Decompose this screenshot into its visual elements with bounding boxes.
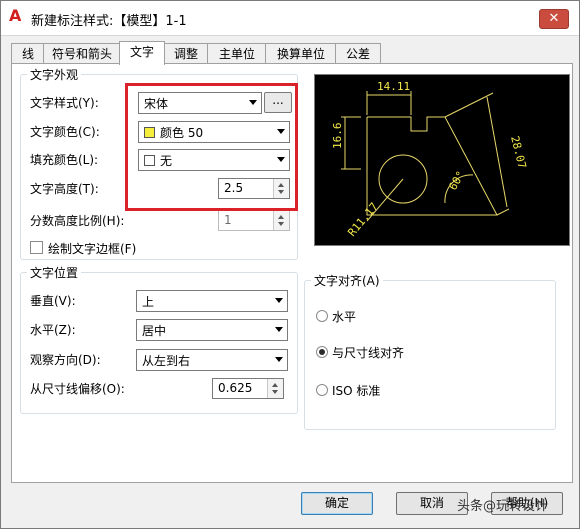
draw-frame-label: 绘制文字边框(F) (48, 242, 137, 256)
tab-lines[interactable]: 线 (11, 43, 45, 64)
dim-text-top: 14.11 (377, 80, 410, 93)
offset-label: 从尺寸线偏移(O): (30, 382, 125, 396)
text-height-label: 文字高度(T): (30, 182, 99, 196)
highlight-annotation (125, 83, 298, 211)
arrow-down-icon (278, 222, 284, 226)
horizontal-dropdown[interactable]: 居中 (136, 319, 288, 341)
view-direction-dropdown[interactable]: 从左到右 (136, 349, 288, 371)
ok-button[interactable]: 确定 (301, 492, 373, 515)
horizontal-label: 水平(Z): (30, 323, 76, 337)
arrow-down-icon (272, 390, 278, 394)
offset-spinner[interactable]: 0.625 (212, 378, 284, 399)
view-direction-value: 从左到右 (142, 354, 191, 368)
dim-text-angle: 60° (446, 169, 467, 193)
fraction-height-value: 1 (224, 213, 232, 227)
align-horizontal-radio[interactable] (316, 310, 328, 322)
window-title: 新建标注样式:【模型】1-1 (31, 14, 187, 29)
part-outline (366, 116, 498, 216)
tab-alternate-units[interactable]: 换算单位 (265, 43, 337, 64)
dim-text-right: 28.07 (508, 135, 529, 170)
tab-tolerances[interactable]: 公差 (335, 43, 381, 64)
align-dimension-line-radio[interactable] (316, 346, 328, 358)
view-direction-label: 观察方向(D): (30, 353, 101, 367)
horizontal-value: 居中 (142, 324, 167, 338)
tab-content-text: 文字外观 文字样式(Y): 宋体 ... 文字颜色(C): 颜色 50 填充颜色… (11, 63, 573, 483)
align-horizontal-label: 水平 (332, 310, 357, 324)
preview-drawing: 14.11 16.6 28.07 60° R11.17 (331, 80, 529, 239)
chevron-down-icon (275, 298, 283, 303)
dim-text-left: 16.6 (331, 123, 344, 150)
align-dimension-line-label: 与尺寸线对齐 (332, 346, 405, 360)
spinner-buttons[interactable] (267, 379, 283, 398)
text-appearance-title: 文字外观 (27, 66, 82, 83)
text-style-label: 文字样式(Y): (30, 96, 99, 110)
tab-symbols-arrows[interactable]: 符号和箭头 (43, 43, 121, 64)
draw-frame-checkbox[interactable] (30, 241, 43, 254)
dialog-window: A 新建标注样式:【模型】1-1 ✕ 线 符号和箭头 文字 调整 主单位 换算单… (0, 0, 580, 529)
spinner-buttons[interactable] (273, 211, 289, 230)
arrow-up-icon (278, 215, 284, 219)
dimension-line-right (486, 96, 508, 208)
arrow-up-icon (272, 383, 278, 387)
vertical-label: 垂直(V): (30, 294, 76, 308)
fraction-height-label: 分数高度比例(H): (30, 214, 125, 228)
tab-primary-units[interactable]: 主单位 (207, 43, 267, 64)
text-alignment-title: 文字对齐(A) (311, 272, 383, 289)
dim-text-radius: R11.17 (345, 200, 381, 239)
vertical-value: 上 (142, 295, 155, 309)
text-color-label: 文字颜色(C): (30, 125, 100, 139)
offset-value: 0.625 (218, 381, 253, 395)
ext-line (496, 208, 510, 216)
chevron-down-icon (275, 357, 283, 362)
dimension-preview: 14.11 16.6 28.07 60° R11.17 (314, 74, 570, 246)
title-bar: A 新建标注样式:【模型】1-1 ✕ (1, 1, 579, 36)
autocad-logo-icon: A (9, 6, 22, 25)
tab-text[interactable]: 文字 (119, 41, 165, 65)
ext-line (444, 92, 494, 118)
chevron-down-icon (275, 327, 283, 332)
fraction-height-spinner[interactable]: 1 (218, 210, 290, 231)
fill-color-label: 填充颜色(L): (30, 153, 99, 167)
vertical-dropdown[interactable]: 上 (136, 290, 288, 312)
watermark-text: 头条@玩转设计 (457, 499, 549, 514)
close-button[interactable]: ✕ (539, 9, 569, 29)
align-iso-radio[interactable] (316, 384, 328, 396)
tab-fit[interactable]: 调整 (163, 43, 209, 64)
align-iso-label: ISO 标准 (332, 384, 381, 398)
text-placement-title: 文字位置 (27, 264, 82, 281)
